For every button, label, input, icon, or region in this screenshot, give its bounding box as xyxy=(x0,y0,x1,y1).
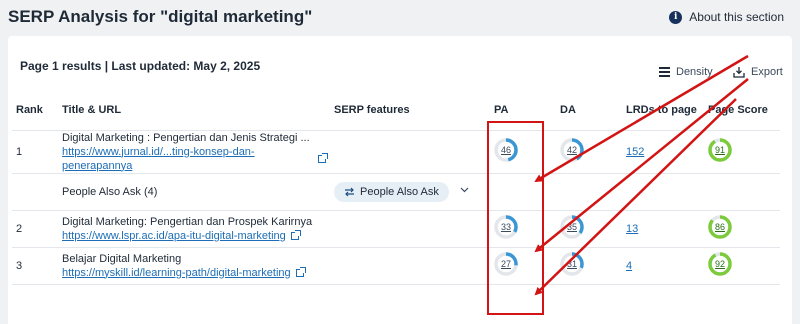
gauge-value: 92 xyxy=(714,259,725,269)
lrd-link[interactable]: 13 xyxy=(626,223,638,235)
serp-cell xyxy=(330,130,490,174)
rank-cell xyxy=(12,173,58,211)
title-cell: Digital Marketing : Pengertian dan Jenis… xyxy=(58,130,330,174)
serp-cell: People Also Ask xyxy=(330,173,490,211)
da-gauge[interactable]: 31 xyxy=(560,252,584,276)
result-url-text: https://www.jurnal.id/...ting-konsep-dan… xyxy=(62,145,255,172)
da-gauge[interactable]: 35 xyxy=(560,215,584,239)
paa-feature-label: People Also Ask xyxy=(360,185,439,198)
col-pa[interactable]: PA xyxy=(490,90,556,131)
gauge-value: 86 xyxy=(714,222,725,232)
gauge-value: 42 xyxy=(566,145,577,155)
rank-cell: 3 xyxy=(12,247,58,285)
paa-feature-pill[interactable]: People Also Ask xyxy=(334,181,449,202)
result-title: Digital Marketing : Pengertian dan Jenis… xyxy=(62,131,310,144)
gauge-value: 35 xyxy=(566,222,577,232)
table-row-paa[interactable]: People Also Ask (4) People Also Ask xyxy=(12,173,780,211)
title-cell: Digital Marketing: Pengertian dan Prospe… xyxy=(58,210,330,248)
lrd-cell xyxy=(622,173,704,211)
about-section-button[interactable]: i About this section xyxy=(669,10,784,24)
serp-cell xyxy=(330,247,490,285)
col-lrds[interactable]: LRDs to page xyxy=(622,90,704,131)
col-da[interactable]: DA xyxy=(556,90,622,131)
export-button[interactable]: Export xyxy=(733,66,783,78)
table-row: 3 Belajar Digital Marketing https://mysk… xyxy=(12,247,780,285)
table-header-row: Rank Title & URL SERP features PA DA LRD… xyxy=(12,90,780,131)
col-page-score[interactable]: Page Score xyxy=(704,90,780,131)
about-label: About this section xyxy=(689,10,784,24)
rank-cell: 1 xyxy=(12,130,58,174)
page-score-gauge[interactable]: 92 xyxy=(708,252,732,276)
pa-cell: 27 xyxy=(490,247,556,285)
download-icon xyxy=(733,67,745,78)
table-row: 1 Digital Marketing : Pengertian dan Jen… xyxy=(12,130,780,174)
table-row: 2 Digital Marketing: Pengertian dan Pros… xyxy=(12,210,780,248)
title-cell: People Also Ask (4) xyxy=(58,173,330,211)
col-rank[interactable]: Rank xyxy=(12,90,58,131)
density-lines-icon xyxy=(659,67,670,77)
da-gauge[interactable]: 42 xyxy=(560,138,584,162)
lrd-link[interactable]: 152 xyxy=(626,146,644,158)
col-serp-features[interactable]: SERP features xyxy=(330,90,490,131)
da-cell: 42 xyxy=(556,130,622,174)
external-link-icon[interactable] xyxy=(318,152,328,163)
title-cell: Belajar Digital Marketing https://myskil… xyxy=(58,247,330,285)
pa-gauge[interactable]: 27 xyxy=(494,252,518,276)
swap-arrows-icon xyxy=(345,187,354,196)
da-cell xyxy=(556,173,622,211)
rank-cell: 2 xyxy=(12,210,58,248)
export-label: Export xyxy=(751,66,783,78)
result-url-text: https://www.lspr.ac.id/apa-itu-digital-m… xyxy=(62,229,286,242)
da-cell: 31 xyxy=(556,247,622,285)
gauge-value: 46 xyxy=(500,145,511,155)
gauge-value: 31 xyxy=(566,259,577,269)
page-score-gauge[interactable]: 86 xyxy=(708,215,732,239)
lrd-cell: 13 xyxy=(622,210,704,248)
pa-cell: 33 xyxy=(490,210,556,248)
result-url[interactable]: https://myskill.id/learning-path/digital… xyxy=(62,266,306,280)
external-link-icon[interactable] xyxy=(295,266,306,277)
density-button[interactable]: Density xyxy=(659,66,713,78)
pa-cell: 46 xyxy=(490,130,556,174)
info-icon: i xyxy=(669,10,683,24)
score-cell xyxy=(704,173,780,211)
pa-gauge[interactable]: 33 xyxy=(494,215,518,239)
result-url-text: https://myskill.id/learning-path/digital… xyxy=(62,266,291,279)
pa-gauge[interactable]: 46 xyxy=(494,138,518,162)
lrd-cell: 4 xyxy=(622,247,704,285)
top-bar: SERP Analysis for "digital marketing" i … xyxy=(0,0,800,36)
score-cell: 92 xyxy=(704,247,780,285)
pa-cell xyxy=(490,173,556,211)
result-title: Belajar Digital Marketing xyxy=(62,252,182,265)
result-url[interactable]: https://www.jurnal.id/...ting-konsep-dan… xyxy=(62,145,328,173)
external-link-icon[interactable] xyxy=(290,229,301,240)
page-title: SERP Analysis for "digital marketing" xyxy=(8,7,313,26)
score-cell: 86 xyxy=(704,210,780,248)
gauge-value: 91 xyxy=(714,145,725,155)
gauge-value: 27 xyxy=(500,259,511,269)
lrd-cell: 152 xyxy=(622,130,704,174)
result-url[interactable]: https://www.lspr.ac.id/apa-itu-digital-m… xyxy=(62,229,301,243)
serp-table: Rank Title & URL SERP features PA DA LRD… xyxy=(12,90,780,285)
density-label: Density xyxy=(676,66,713,78)
chevron-down-icon[interactable] xyxy=(460,187,469,193)
paa-title: People Also Ask (4) xyxy=(62,185,158,198)
col-title-url[interactable]: Title & URL xyxy=(58,90,330,131)
score-cell: 91 xyxy=(704,130,780,174)
serp-cell xyxy=(330,210,490,248)
da-cell: 35 xyxy=(556,210,622,248)
result-title: Digital Marketing: Pengertian dan Prospe… xyxy=(62,215,313,228)
lrd-link[interactable]: 4 xyxy=(626,260,632,272)
page-score-gauge[interactable]: 91 xyxy=(708,138,732,162)
gauge-value: 33 xyxy=(500,222,511,232)
results-subtitle: Page 1 results | Last updated: May 2, 20… xyxy=(20,59,261,73)
